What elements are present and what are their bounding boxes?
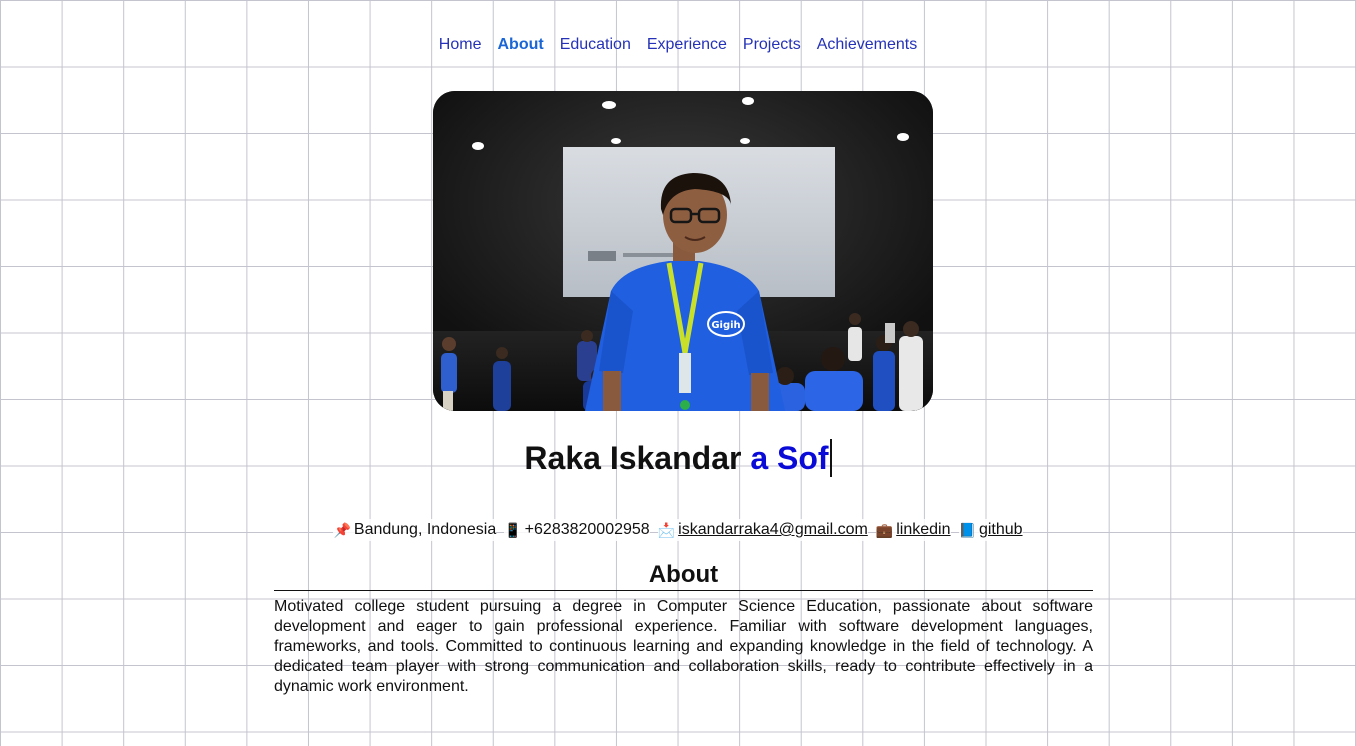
svg-text:Gigih: Gigih — [711, 320, 740, 331]
nav-link-experience[interactable]: Experience — [639, 34, 735, 56]
main-nav: Home About Education Experience Projects… — [0, 34, 1356, 56]
about-heading: About — [648, 561, 719, 588]
contact-info-row: 📌 Bandung, Indonesia 📱 +6283820002958 📩 … — [0, 519, 1356, 541]
location-text: Bandung, Indonesia — [353, 521, 497, 538]
linkedin-link[interactable]: linkedin — [896, 519, 950, 541]
typing-cursor — [829, 439, 832, 477]
phone-text: +6283820002958 — [524, 521, 650, 538]
nav-link-projects[interactable]: Projects — [735, 34, 809, 56]
nav-link-education[interactable]: Education — [552, 34, 639, 56]
nav-link-about[interactable]: About — [489, 34, 551, 56]
nav-link-home[interactable]: Home — [431, 34, 490, 56]
hero-name: Raka Iskandar — [524, 440, 742, 476]
briefcase-icon: 💼 — [875, 522, 894, 538]
profile-photo: Gigih — [433, 91, 933, 411]
nav-link-achievements[interactable]: Achievements — [809, 34, 926, 56]
pushpin-icon: 📌 — [333, 522, 351, 538]
hero-typed-text: a Sof — [750, 440, 829, 476]
mobile-phone-icon: 📱 — [504, 522, 522, 538]
envelope-icon: 📩 — [657, 522, 676, 538]
book-icon: 📘 — [958, 522, 976, 538]
contact-github: 📘 github — [958, 519, 1023, 541]
contact-location: 📌 Bandung, Indonesia — [333, 519, 497, 541]
contact-linkedin: 💼 linkedin — [875, 519, 951, 541]
email-link[interactable]: iskandarraka4@gmail.com — [678, 519, 868, 541]
about-divider — [274, 590, 1093, 591]
contact-email: 📩 iskandarraka4@gmail.com — [657, 519, 868, 541]
contact-phone: 📱 +6283820002958 — [504, 519, 650, 541]
about-paragraph: Motivated college student pursuing a deg… — [274, 598, 1093, 695]
hero-title: Raka Iskandar a Sof — [0, 436, 1356, 480]
github-link[interactable]: github — [979, 519, 1023, 541]
